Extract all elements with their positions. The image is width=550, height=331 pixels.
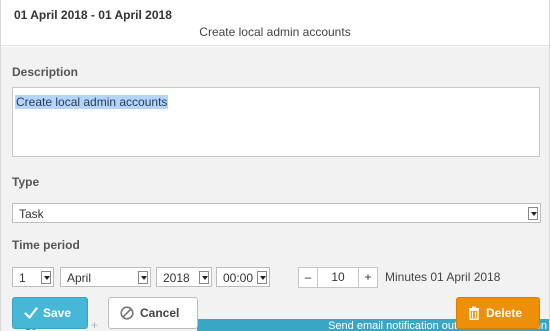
year-select-value: 2018 [163,271,190,285]
day-select-value: 1 [19,271,26,285]
type-select-value: Task [19,207,44,221]
dialog-subtitle: Create local admin accounts [199,25,351,39]
chevron-down-icon [199,271,209,284]
minutes-decrement-button[interactable]: – [298,267,318,288]
time-period-label: Time period [12,238,80,252]
type-select[interactable]: Task [12,203,541,223]
save-button[interactable]: Save [12,297,88,329]
delete-button-label: Delete [486,306,523,320]
dialog-header: 01 April 2018 - 01 April 2018 Create loc… [1,0,549,46]
event-dialog: 01 April 2018 - 01 April 2018 Create loc… [0,0,550,331]
chevron-down-icon [41,271,51,284]
dialog-body: Description Create local admin accounts … [1,47,549,331]
save-button-label: Save [43,306,72,320]
month-select[interactable]: April [60,267,151,287]
chevron-down-icon [138,271,148,284]
delete-button[interactable]: Delete [456,297,540,329]
year-select[interactable]: 2018 [156,267,212,287]
description-text: Create local admin accounts [15,95,169,109]
description-label: Description [12,65,79,79]
minutes-increment-button[interactable]: + [358,267,378,288]
cancel-button[interactable]: Cancel [108,297,198,329]
month-select-value: April [67,271,92,285]
description-textarea[interactable]: Create local admin accounts [12,87,540,157]
trash-icon [469,306,479,320]
cancel-button-label: Cancel [140,306,180,320]
minutes-input[interactable]: 10 [318,267,358,288]
prohibited-icon [120,306,134,320]
check-icon [24,307,38,319]
chevron-down-icon [257,271,267,284]
background-plus-icon: + [91,318,99,331]
day-select[interactable]: 1 [12,267,54,287]
time-select[interactable]: 00:00 [216,267,270,287]
minutes-summary: Minutes 01 April 2018 [385,270,501,284]
time-select-value: 00:00 [223,271,254,285]
chevron-down-icon [528,207,538,220]
date-range: 01 April 2018 - 01 April 2018 [14,8,172,22]
type-label: Type [12,175,40,189]
